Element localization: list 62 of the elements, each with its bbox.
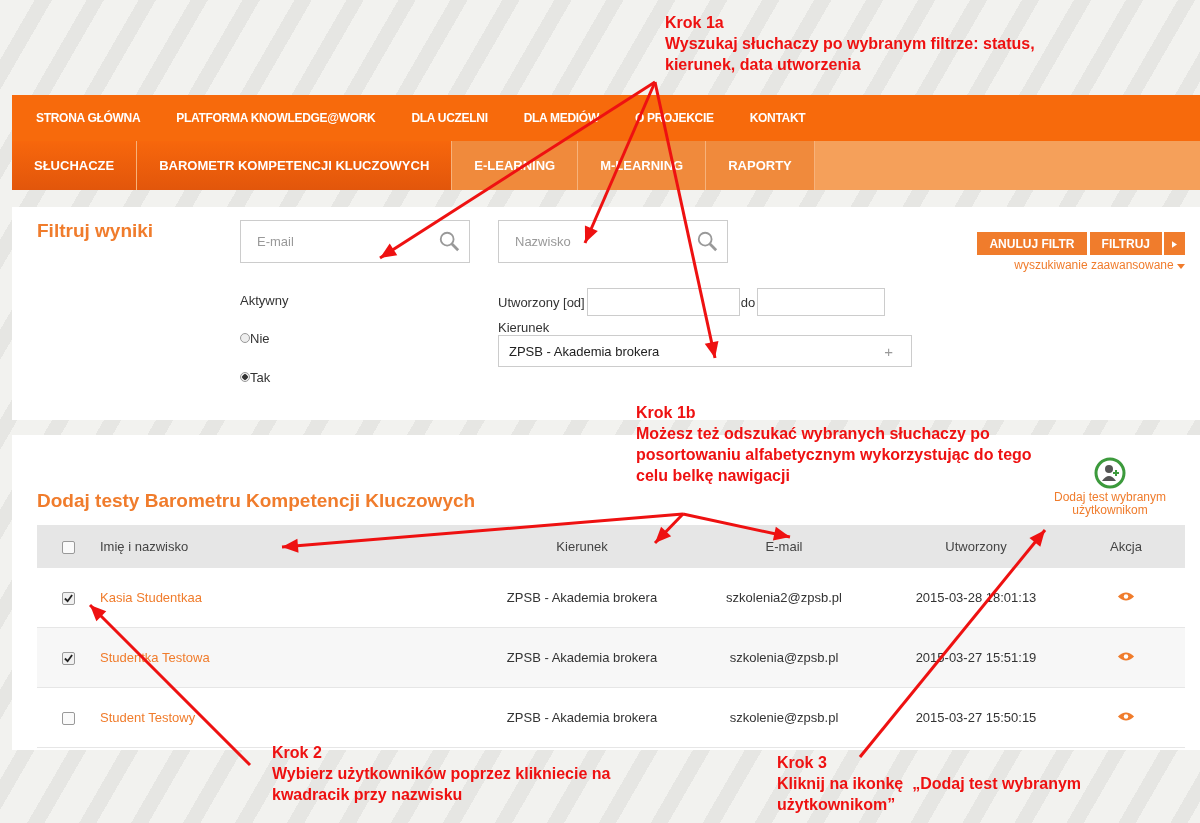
search-icon	[696, 230, 718, 252]
dropdown-button[interactable]	[1163, 232, 1185, 255]
eye-icon[interactable]	[1117, 711, 1135, 722]
cancel-filter-button[interactable]: ANULUJ FILTR	[977, 232, 1087, 255]
column-header[interactable]: Utworzony	[945, 539, 1007, 554]
radio-label: Tak	[250, 369, 271, 385]
created-cell: 2015-03-27 15:50:15	[915, 710, 1037, 725]
column-header[interactable]: Kierunek	[556, 539, 608, 554]
student-name-link[interactable]: Kasia Studentkaa	[100, 590, 202, 605]
active-label: Aktywny	[240, 293, 290, 308]
row-checkbox[interactable]	[61, 712, 75, 726]
annotation-text: Wybierz użytkowników poprzez klikniecie na kwadracik przy nazwisku	[272, 764, 612, 805]
annotation-text: Wyszukaj słuchaczy po wybranym filtrze: status, kierunek, data utworzenia	[665, 34, 1036, 75]
annotation-step: Krok 1a	[665, 12, 1090, 33]
annotation-step: Krok 3	[777, 752, 1147, 773]
menu-link[interactable]: DLA MEDIÓW	[523, 111, 599, 125]
surname-field[interactable]: Nazwisko	[498, 220, 728, 263]
student-name-link[interactable]: Student Testowy	[100, 710, 196, 725]
menu-link[interactable]: STRONA GŁÓWNA	[36, 111, 141, 125]
eye-icon[interactable]	[1117, 651, 1135, 662]
annotation-text: Kliknij na ikonkę „Dodaj test wybranym użytkownikom”	[777, 774, 1083, 815]
created-from-label: Utworzony [od]	[498, 294, 585, 310]
advanced-search-link[interactable]: wyszukiwanie zaawansowane	[1014, 258, 1185, 272]
direction-cell: ZPSB - Akademia brokera	[506, 590, 658, 605]
email-field[interactable]: E-mail	[240, 220, 470, 263]
add-user-icon[interactable]	[1094, 457, 1126, 489]
radio-button[interactable]	[240, 333, 250, 343]
nav-tab[interactable]: BAROMETR KOMPETENCJI KLUCZOWYCH	[137, 141, 453, 190]
direction-select[interactable]: ZPSB - Akademia brokera +	[498, 335, 912, 367]
menu-link[interactable]: DLA UCZELNI	[411, 111, 488, 125]
email-cell: szkolenia2@zpsb.pl	[726, 590, 842, 605]
eye-icon[interactable]	[1117, 591, 1135, 602]
column-header[interactable]: E-mail	[765, 539, 803, 554]
email-cell: szkolenia@zpsb.pl	[729, 650, 839, 665]
filter-title: Filtruj wyniki	[37, 220, 154, 241]
direction-label: Kierunek	[498, 320, 551, 335]
radio-button[interactable]	[240, 372, 250, 382]
date-to-field[interactable]	[757, 288, 886, 316]
column-header[interactable]: Imię i nazwisko	[100, 539, 189, 554]
email-cell: szkolenie@zpsb.pl	[729, 710, 839, 725]
menu-link[interactable]: KONTAKT	[749, 111, 806, 125]
created-to-label: do	[740, 294, 756, 310]
nav-tab[interactable]: SŁUCHACZE	[12, 141, 138, 190]
row-checkbox[interactable]	[61, 592, 75, 606]
nav-tab[interactable]: RAPORTY	[706, 141, 815, 190]
annotation-step: Krok 2	[272, 742, 647, 763]
add-test-link[interactable]: Dodaj test wybranym użytkownikom	[1035, 491, 1185, 517]
search-icon	[438, 230, 460, 252]
select-all-checkbox[interactable]	[61, 541, 75, 555]
column-header: Akcja	[1110, 539, 1142, 554]
direction-cell: ZPSB - Akademia brokera	[506, 710, 658, 725]
row-checkbox[interactable]	[61, 652, 75, 666]
caret-icon	[1172, 240, 1177, 248]
menu-link[interactable]: PLATFORMA KNOWLEDGE@WORK	[176, 111, 376, 125]
radio-label: Nie	[250, 330, 270, 346]
filter-button[interactable]: FILTRUJ	[1089, 232, 1162, 255]
section-title: Dodaj testy Barometru Kompetencji Kluczowych	[37, 490, 476, 512]
caret-icon	[1177, 264, 1185, 269]
annotation-text: Możesz też odszukać wybranych słuchaczy po posortowaniu alfabetycznym wykorzystując do tego celu belkę nawigacji	[636, 424, 1033, 486]
date-from-field[interactable]	[586, 288, 740, 316]
direction-cell: ZPSB - Akademia brokera	[506, 650, 658, 665]
annotation-step: Krok 1b	[636, 402, 1036, 423]
